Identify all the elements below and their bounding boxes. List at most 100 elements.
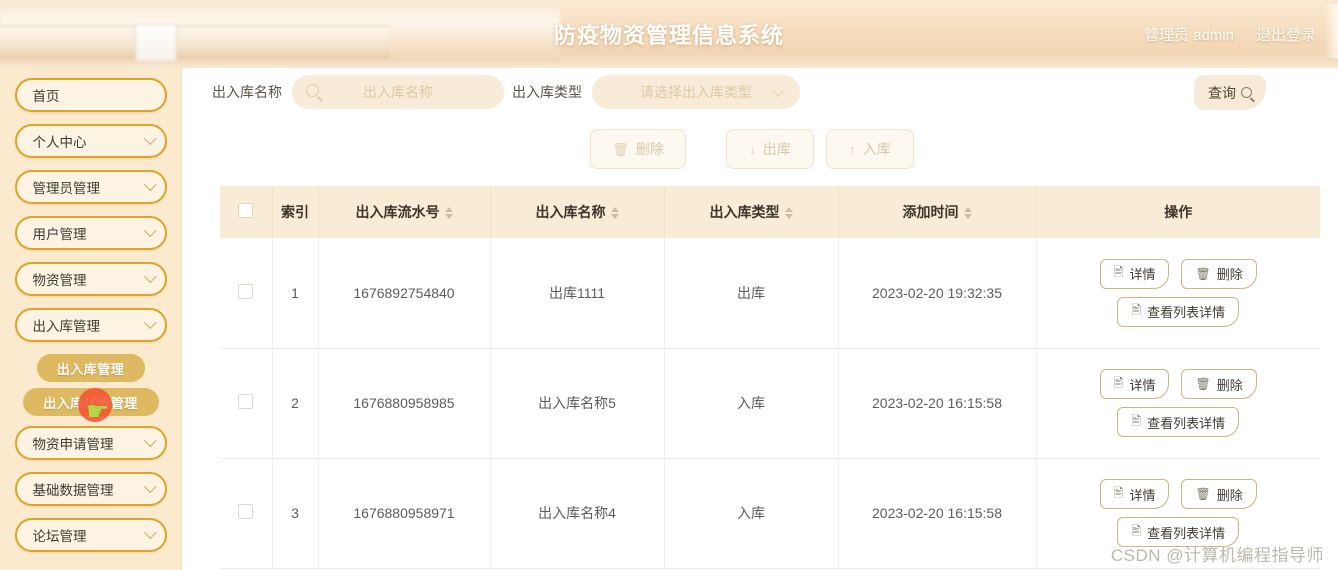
column-header-label: 操作 (1164, 204, 1193, 220)
table-row: 2 1676880958985 出入库名称5 入库 2023-02-20 16:… (220, 348, 1320, 459)
trash-icon: 🗑 (1195, 487, 1211, 501)
inventory-type-select[interactable]: 请选择出入库类型 (592, 75, 800, 109)
row-delete-label: 删除 (1216, 267, 1243, 283)
sidebar-item-label: 论坛管理 (32, 529, 87, 544)
sidebar-item-label: 物资管理 (32, 273, 87, 288)
cell-index: 1 (272, 238, 319, 349)
search-input[interactable] (292, 75, 504, 109)
arrow-up-icon: ↑ (849, 141, 856, 157)
sidebar-item-label: 出入库管理 (32, 319, 101, 334)
sidebar-item-inventory-management[interactable]: 出入库管理 (14, 308, 167, 342)
batch-delete-label: 删除 (635, 141, 664, 157)
submenu-item-inventory-detail-management[interactable]: 出入库详情管理 (22, 388, 159, 416)
chevron-down-icon (143, 224, 157, 238)
sidebar-item-user-management[interactable]: 用户管理 (14, 216, 167, 250)
column-header-label: 索引 (281, 204, 309, 220)
row-detail-label: 详情 (1129, 377, 1156, 393)
row-detail-button[interactable]: 🖹 详情 (1099, 479, 1170, 509)
column-time[interactable]: 添加时间 (838, 186, 1037, 238)
cell-operations: 🖹 详情 🗑 删除 🖹 查看列表详情 (1036, 348, 1320, 459)
cell-serial: 1676880958985 (318, 348, 491, 459)
row-list-detail-button[interactable]: 🖹 查看列表详情 (1117, 517, 1240, 547)
batch-stock-out-label: 出库 (762, 141, 791, 157)
cell-time: 2023-02-20 16:15:58 (838, 348, 1037, 459)
sidebar-item-home[interactable]: 首页 (14, 78, 167, 112)
row-select-cell (220, 458, 273, 569)
document-icon: 🖹 (1113, 485, 1124, 500)
sidebar-item-basic-data-management[interactable]: 基础数据管理 (14, 472, 167, 506)
table-header: 索引 出入库流水号 出入库名称 出入库类型 添加时间 操作 (220, 186, 1320, 238)
sidebar-item-supply-request-management[interactable]: 物资申请管理 (14, 426, 167, 460)
app-header: 防疫物资管理信息系统 管理员 admin 退出登录 (0, 0, 1338, 68)
sidebar-item-label: 用户管理 (32, 227, 87, 242)
submenu-item-label: 出入库管理 (56, 361, 125, 377)
chevron-down-icon (143, 526, 157, 540)
sort-icon[interactable] (784, 207, 793, 220)
search-icon (1241, 87, 1252, 98)
column-serial[interactable]: 出入库流水号 (318, 186, 491, 238)
batch-delete-button[interactable]: 🗑 删除 (590, 129, 686, 169)
query-button-label: 查询 (1208, 84, 1236, 101)
inventory-table-wrapper: 索引 出入库流水号 出入库名称 出入库类型 添加时间 操作 1 16768927… (220, 186, 1320, 569)
row-checkbox[interactable] (238, 283, 254, 299)
column-header-label: 添加时间 (902, 204, 959, 220)
row-list-detail-button[interactable]: 🖹 查看列表详情 (1117, 296, 1240, 327)
chevron-down-icon (143, 434, 157, 448)
table-row: 3 1676880958971 出入库名称4 入库 2023-02-20 16:… (220, 458, 1320, 569)
table-header-row: 索引 出入库流水号 出入库名称 出入库类型 添加时间 操作 (220, 186, 1320, 238)
row-delete-button[interactable]: 🗑 删除 (1181, 369, 1257, 399)
sidebar-item-supplies-management[interactable]: 物资管理 (14, 262, 167, 296)
trash-icon: 🗑 (1195, 266, 1211, 281)
document-icon: 🖹 (1113, 265, 1124, 280)
row-detail-button[interactable]: 🖹 详情 (1099, 258, 1170, 289)
cell-name: 出入库名称4 (490, 458, 665, 569)
document-icon: 🖹 (1131, 523, 1142, 538)
column-index: 索引 (272, 186, 319, 238)
chevron-down-icon (143, 316, 157, 330)
chevron-down-icon (143, 178, 157, 192)
row-list-detail-label: 查看列表详情 (1147, 305, 1226, 321)
cell-name: 出入库名称5 (490, 348, 665, 459)
inventory-table: 索引 出入库流水号 出入库名称 出入库类型 添加时间 操作 1 16768927… (220, 186, 1320, 569)
cell-type: 出库 (664, 238, 839, 349)
sidebar-item-forum-management[interactable]: 论坛管理 (14, 518, 167, 552)
row-delete-button[interactable]: 🗑 删除 (1181, 258, 1257, 289)
table-body: 1 1676892754840 出库1111 出库 2023-02-20 19:… (220, 238, 1320, 569)
cell-time: 2023-02-20 16:15:58 (838, 458, 1037, 569)
sidebar-item-personal-center[interactable]: 个人中心 (14, 124, 167, 158)
batch-stock-in-button[interactable]: ↑ 入库 (826, 129, 914, 169)
trash-icon: 🗑 (1195, 377, 1211, 391)
cell-operations: 🖹 详情 🗑 删除 🖹 查看列表详情 (1036, 458, 1320, 569)
select-all-checkbox[interactable] (238, 203, 254, 218)
cell-index: 3 (272, 458, 319, 569)
sort-icon[interactable] (444, 207, 453, 220)
header-user-area: 管理员 admin 退出登录 (1144, 0, 1316, 68)
column-name[interactable]: 出入库名称 (490, 186, 665, 238)
logout-button[interactable]: 退出登录 (1256, 24, 1316, 45)
search-input-wrapper[interactable] (292, 75, 504, 109)
column-header-label: 出入库名称 (535, 204, 606, 220)
sidebar-item-admin-management[interactable]: 管理员管理 (14, 170, 167, 204)
cell-type: 入库 (664, 458, 839, 569)
query-button[interactable]: 查询 (1194, 75, 1266, 110)
submenu-item-inventory-management[interactable]: 出入库管理 (36, 354, 145, 382)
row-select-cell (220, 238, 273, 349)
search-type-group: 出入库类型 请选择出入库类型 (512, 75, 800, 109)
row-delete-button[interactable]: 🗑 删除 (1181, 479, 1257, 509)
search-type-label: 出入库类型 (512, 84, 582, 100)
sort-icon[interactable] (963, 207, 972, 220)
row-delete-label: 删除 (1216, 487, 1243, 503)
row-detail-button[interactable]: 🖹 详情 (1099, 369, 1170, 399)
row-checkbox[interactable] (238, 504, 254, 519)
submenu-item-label: 出入库详情管理 (43, 395, 138, 411)
sort-icon[interactable] (610, 207, 619, 220)
row-list-detail-button[interactable]: 🖹 查看列表详情 (1117, 407, 1240, 437)
document-icon: 🖹 (1113, 375, 1124, 390)
current-user-label: 管理员 admin (1143, 26, 1234, 44)
row-checkbox[interactable] (238, 394, 254, 409)
sidebar-item-label: 物资申请管理 (32, 437, 114, 452)
chevron-down-icon (143, 132, 157, 146)
column-type[interactable]: 出入库类型 (664, 186, 839, 238)
row-list-detail-label: 查看列表详情 (1147, 525, 1226, 541)
batch-stock-out-button[interactable]: ↓ 出库 (726, 129, 814, 169)
